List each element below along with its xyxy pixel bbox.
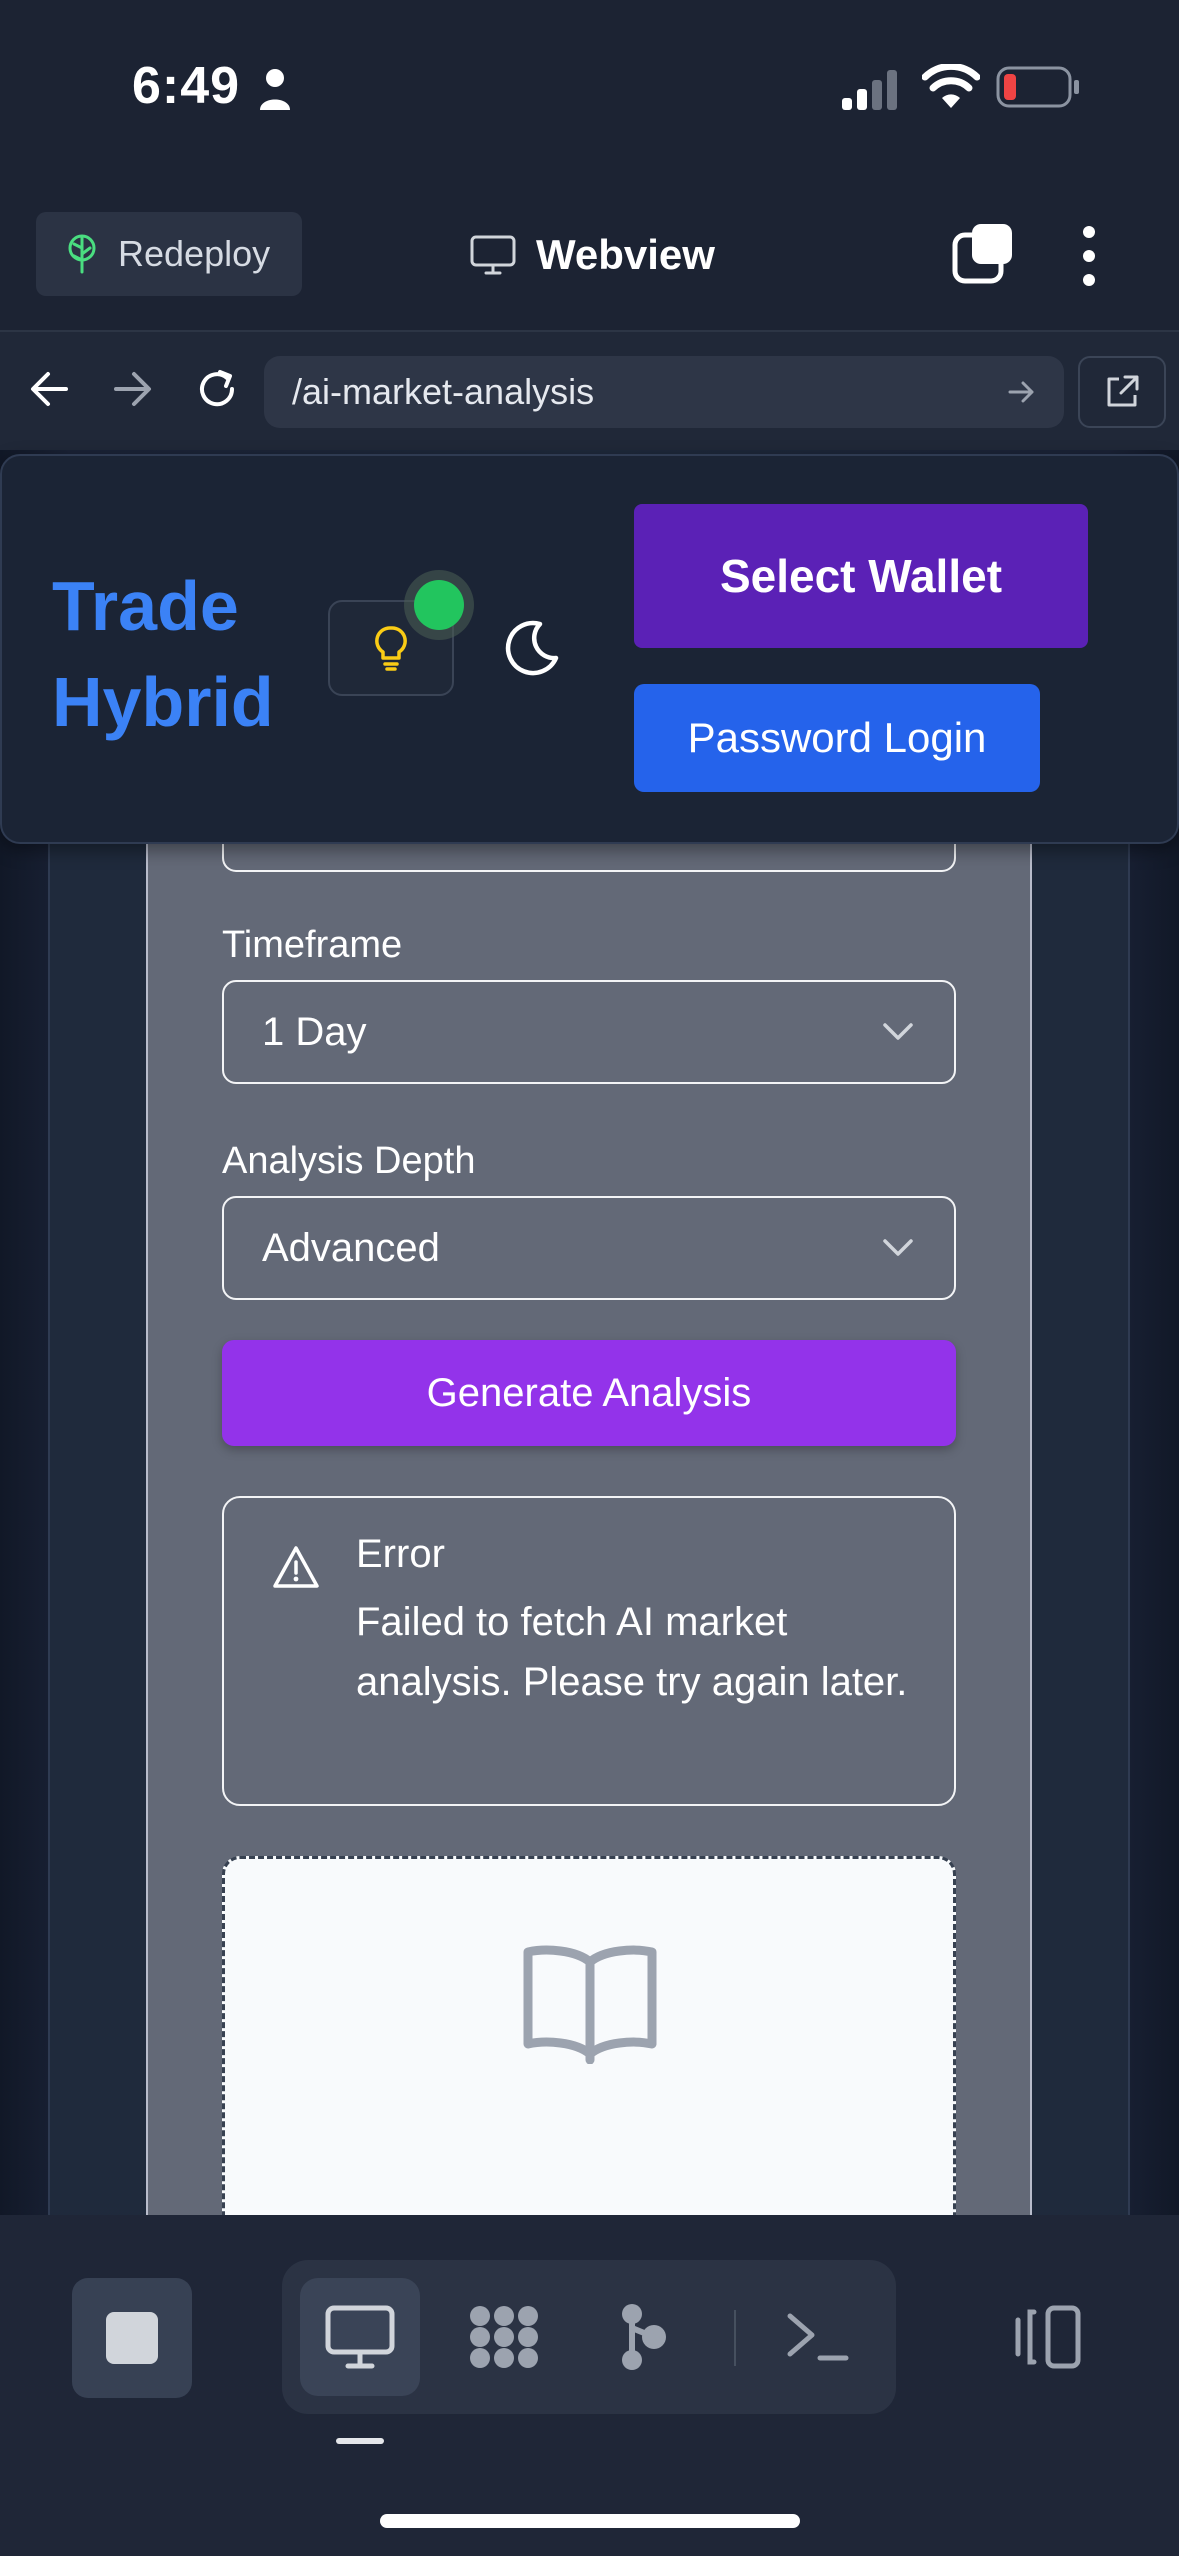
- battery-icon: [996, 66, 1079, 108]
- apps-grid-icon[interactable]: [466, 2302, 542, 2372]
- timeframe-select[interactable]: 1 Day: [222, 980, 956, 1084]
- webview-title: Webview: [470, 222, 715, 288]
- timeframe-value: 1 Day: [262, 1009, 367, 1054]
- brand-logo[interactable]: Trade Hybrid: [52, 558, 274, 750]
- redeploy-label: Redeploy: [118, 233, 271, 274]
- stop-icon: [106, 2312, 158, 2364]
- forward-arrow-icon[interactable]: [110, 366, 156, 412]
- terminal-icon[interactable]: [780, 2302, 856, 2372]
- monitor-icon: [470, 235, 516, 275]
- timeframe-label: Timeframe: [222, 924, 403, 966]
- back-arrow-icon[interactable]: [26, 366, 72, 412]
- book-open-icon: [523, 1945, 657, 2064]
- empty-state-card: [222, 1856, 956, 2276]
- status-time: 6:49: [132, 57, 241, 115]
- deploy-tree-icon: [68, 234, 96, 274]
- brand-line-1: Trade: [52, 567, 239, 645]
- cellular-signal-icon: [842, 70, 897, 110]
- error-title: Error: [356, 1532, 445, 1576]
- monitor-icon: [325, 2305, 395, 2369]
- go-arrow-icon[interactable]: [1006, 377, 1036, 407]
- reload-icon[interactable]: [194, 366, 240, 412]
- git-branch-icon[interactable]: [608, 2302, 684, 2372]
- external-link-icon: [1107, 375, 1139, 407]
- online-status-dot: [414, 580, 464, 630]
- open-external-button[interactable]: [1078, 356, 1166, 428]
- moon-icon[interactable]: [500, 618, 562, 680]
- toolbar-divider: [734, 2310, 736, 2366]
- wifi-icon: [922, 64, 980, 108]
- url-input[interactable]: /ai-market-analysis: [264, 356, 1064, 428]
- lightbulb-icon: [375, 626, 407, 671]
- analysis-depth-select[interactable]: Advanced: [222, 1196, 956, 1300]
- generate-analysis-button[interactable]: Generate Analysis: [222, 1340, 956, 1446]
- redeploy-button[interactable]: Redeploy: [36, 212, 302, 296]
- chevron-down-icon: [883, 1023, 913, 1040]
- brand-line-2: Hybrid: [52, 663, 274, 741]
- split-view-icon[interactable]: [1008, 2302, 1084, 2372]
- analysis-depth-label: Analysis Depth: [222, 1140, 476, 1182]
- warning-icon: [273, 1546, 319, 1588]
- stop-button[interactable]: [72, 2278, 192, 2398]
- select-wallet-button[interactable]: Select Wallet: [634, 504, 1088, 648]
- error-message: Failed to fetch AI market analysis. Plea…: [356, 1600, 908, 1704]
- password-login-button[interactable]: Password Login: [634, 684, 1040, 792]
- more-menu-icon[interactable]: [1076, 224, 1102, 288]
- person-icon: [260, 69, 290, 110]
- webview-title-label: Webview: [536, 231, 715, 278]
- home-indicator[interactable]: [380, 2514, 800, 2528]
- url-text: /ai-market-analysis: [292, 371, 595, 412]
- chevron-down-icon: [883, 1239, 913, 1256]
- active-tool-indicator: [336, 2438, 384, 2444]
- analysis-depth-value: Advanced: [262, 1225, 440, 1270]
- tabs-icon[interactable]: [952, 222, 1014, 284]
